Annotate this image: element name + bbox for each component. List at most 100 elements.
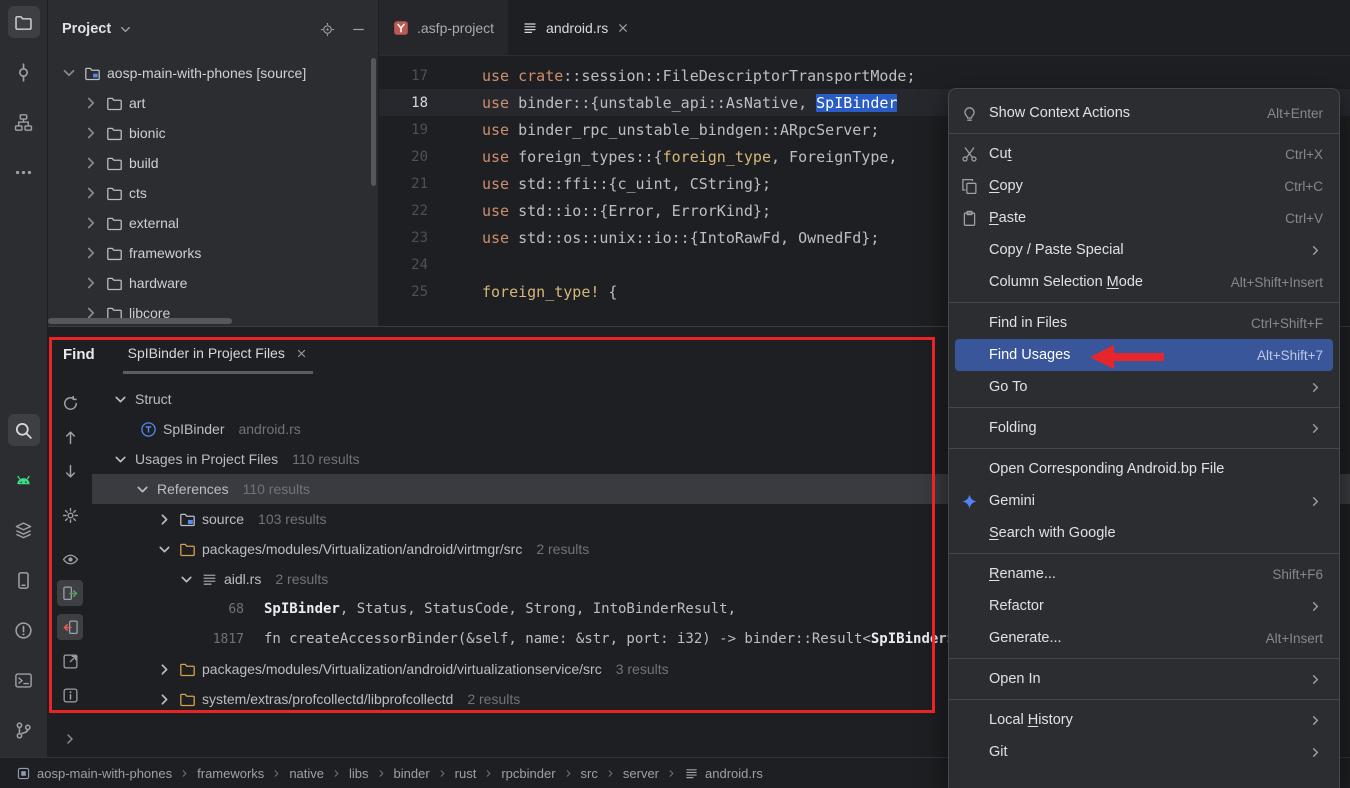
menu-item-open-corresponding-android-bp-file[interactable]: Open Corresponding Android.bp File xyxy=(955,453,1333,485)
app-quality-insights-icon[interactable] xyxy=(8,514,40,546)
folder-icon xyxy=(106,245,123,262)
code-line[interactable]: 17use crate::session::FileDescriptorTran… xyxy=(379,62,1350,89)
chevron-right-icon[interactable] xyxy=(62,731,78,747)
text-file-icon xyxy=(201,571,218,588)
line-number: 24 xyxy=(379,257,470,273)
info-icon[interactable] xyxy=(57,682,83,708)
find-results-tab[interactable]: SpIBinder in Project Files xyxy=(123,335,313,374)
settings-icon[interactable] xyxy=(57,502,83,528)
structure-icon[interactable] xyxy=(8,106,40,138)
arrow-down-icon[interactable] xyxy=(57,458,83,484)
project-tree-row-cts[interactable]: cts xyxy=(48,178,378,208)
breadcrumb-item-android-rs[interactable]: android.rs xyxy=(684,766,763,781)
autoscroll-to-source-icon[interactable] xyxy=(57,580,83,606)
chevron-right-icon xyxy=(82,244,100,262)
menu-item-find-usages[interactable]: Find UsagesAlt+Shift+7 xyxy=(955,339,1333,371)
breadcrumb-item-src[interactable]: src xyxy=(581,766,598,781)
chevron-down-icon xyxy=(156,541,173,558)
locate-icon[interactable] xyxy=(320,22,335,37)
tree-node-label: external xyxy=(129,215,179,231)
project-tree-row-build[interactable]: build xyxy=(48,148,378,178)
menu-item-copy[interactable]: CopyCtrl+C xyxy=(955,170,1333,202)
open-in-new-tab-icon[interactable] xyxy=(57,648,83,674)
project-tree-row-bionic[interactable]: bionic xyxy=(48,118,378,148)
rerun-icon[interactable] xyxy=(57,390,83,416)
menu-item-git[interactable]: Git xyxy=(955,736,1333,768)
breadcrumb-label: src xyxy=(581,766,598,781)
result-code-segment: SpIBinder xyxy=(264,601,340,617)
more-tool-windows-icon[interactable] xyxy=(8,156,40,188)
menu-item-show-context-actions[interactable]: Show Context ActionsAlt+Enter xyxy=(955,97,1333,129)
breadcrumb-item-rpcbinder[interactable]: rpcbinder xyxy=(501,766,555,781)
logcat-icon[interactable] xyxy=(8,464,40,496)
chevron-right-icon xyxy=(82,94,100,112)
breadcrumb-item-native[interactable]: native xyxy=(289,766,324,781)
menu-item-local-history[interactable]: Local History xyxy=(955,704,1333,736)
menu-item-gemini[interactable]: Gemini xyxy=(955,485,1333,517)
menu-item-rename[interactable]: Rename...Shift+F6 xyxy=(955,558,1333,590)
menu-item-folding[interactable]: Folding xyxy=(955,412,1333,444)
project-tree-row-external[interactable]: external xyxy=(48,208,378,238)
type-icon xyxy=(140,421,157,438)
breadcrumb-item-libs[interactable]: libs xyxy=(349,766,369,781)
breadcrumb-item-binder[interactable]: binder xyxy=(394,766,430,781)
chevron-down-icon xyxy=(178,571,195,588)
arrow-up-icon[interactable] xyxy=(57,424,83,450)
folder-icon xyxy=(179,691,196,708)
project-panel-actions xyxy=(320,22,366,37)
project-vertical-scrollbar[interactable] xyxy=(371,58,376,186)
project-horizontal-scrollbar[interactable] xyxy=(48,318,232,324)
menu-shortcut: Alt+Shift+7 xyxy=(1237,348,1323,363)
result-line-number: 1817 xyxy=(200,632,244,647)
code-segment: foreign_type! xyxy=(482,283,599,301)
menu-item-column-selection-mode[interactable]: Column Selection ModeAlt+Shift+Insert xyxy=(955,266,1333,298)
chevron-down-icon xyxy=(112,451,129,468)
breadcrumb-item-aosp-main-with-phones[interactable]: aosp-main-with-phones xyxy=(16,766,172,781)
submenu-arrow-icon xyxy=(1308,243,1323,258)
chevron-down-icon xyxy=(134,481,151,498)
project-tree-row-art[interactable]: art xyxy=(48,88,378,118)
code-segment: binder::{unstable_api::AsNative, xyxy=(518,94,816,112)
close-icon[interactable] xyxy=(295,347,308,360)
menu-item-search-with-google[interactable]: Search with Google xyxy=(955,517,1333,549)
commit-icon[interactable] xyxy=(8,56,40,88)
breadcrumb-item-frameworks[interactable]: frameworks xyxy=(197,766,264,781)
folder-icon xyxy=(106,95,123,112)
node-label: References xyxy=(157,481,229,497)
menu-item-find-in-files[interactable]: Find in FilesCtrl+Shift+F xyxy=(955,307,1333,339)
editor-tab-android-rs[interactable]: android.rs xyxy=(508,0,644,55)
chevron-down-icon xyxy=(112,391,129,408)
menu-item-label: Folding xyxy=(989,420,1037,436)
project-tree-row-frameworks[interactable]: frameworks xyxy=(48,238,378,268)
hide-icon[interactable] xyxy=(351,22,366,37)
version-control-icon[interactable] xyxy=(8,714,40,746)
menu-item-go-to[interactable]: Go To xyxy=(955,371,1333,403)
menu-shortcut: Ctrl+Shift+F xyxy=(1231,316,1323,331)
ide-window: Project aosp-main-with-phones [source]ar… xyxy=(0,0,1350,788)
project-tree-row-hardware[interactable]: hardware xyxy=(48,268,378,298)
menu-item-copy-paste-special[interactable]: Copy / Paste Special xyxy=(955,234,1333,266)
search-icon[interactable] xyxy=(8,414,40,446)
result-code-segment: SpIBinder xyxy=(871,631,947,647)
menu-item-generate[interactable]: Generate...Alt+Insert xyxy=(955,622,1333,654)
project-tree-row-aosp-main-with-phones-source[interactable]: aosp-main-with-phones [source] xyxy=(48,58,378,88)
preview-icon[interactable] xyxy=(57,546,83,572)
editor-tab-asfp-project[interactable]: .asfp-project xyxy=(379,0,508,55)
breadcrumb-item-server[interactable]: server xyxy=(623,766,659,781)
chevron-down-icon[interactable] xyxy=(118,22,133,37)
chevron-right-icon xyxy=(82,184,100,202)
running-devices-icon[interactable] xyxy=(8,564,40,596)
menu-item-label: Open Corresponding Android.bp File xyxy=(989,461,1224,477)
close-icon[interactable] xyxy=(616,21,630,35)
autoscroll-from-source-icon[interactable] xyxy=(57,614,83,640)
problems-icon[interactable] xyxy=(8,614,40,646)
breadcrumb-item-rust[interactable]: rust xyxy=(455,766,477,781)
menu-item-cut[interactable]: CutCtrl+X xyxy=(955,138,1333,170)
terminal-icon[interactable] xyxy=(8,664,40,696)
menu-item-refactor[interactable]: Refactor xyxy=(955,590,1333,622)
project-icon[interactable] xyxy=(8,6,40,38)
breadcrumb-label: binder xyxy=(394,766,430,781)
menu-item-open-in[interactable]: Open In xyxy=(955,663,1333,695)
breadcrumb-label: android.rs xyxy=(705,766,763,781)
menu-item-paste[interactable]: PasteCtrl+V xyxy=(955,202,1333,234)
